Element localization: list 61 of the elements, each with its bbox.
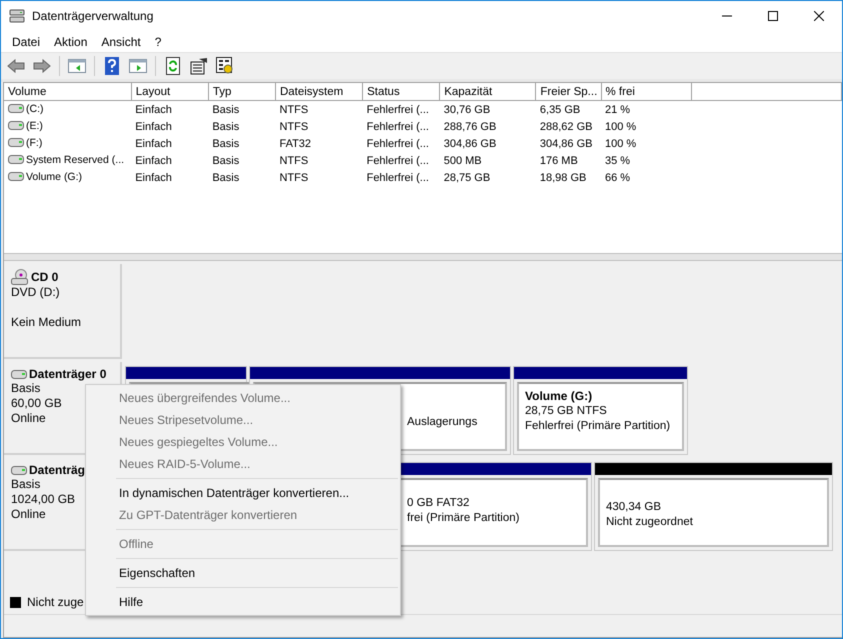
partition-info: frei (Primäre Partition) (407, 511, 520, 526)
partition-info: 28,75 GB NTFS (525, 404, 608, 419)
table-cell: Basis (208, 100, 276, 118)
table-cell: Volume (G:) (26, 170, 82, 183)
table-cell-text: 66 % (604, 170, 632, 186)
table-cell-text: 100 % (604, 136, 638, 152)
table-cell: (E:) (26, 120, 43, 132)
partition-title: Volume (G:) (525, 389, 594, 404)
table-cell-text: Basis (211, 136, 240, 152)
table-cell-text: 304,86 GB (538, 136, 594, 152)
partition-info: Nicht zugeordnet (606, 515, 694, 530)
table-cell-text: Einfach (134, 136, 173, 152)
table-cell-text: 28,75 GB (442, 170, 492, 186)
table-cell-text: 100 % (604, 120, 638, 134)
partition-info: Fehlerfrei (Primäre Partition) (525, 419, 672, 434)
table-cell-text: Einfach (134, 154, 173, 168)
table-cell-text: FAT32 (278, 136, 312, 152)
partition-info: 430,34 GB (606, 500, 662, 515)
table-cell-text: 288,62 GB (538, 120, 594, 134)
table-cell: Fehlerfrei (... (362, 100, 440, 118)
disk-status: Online (11, 507, 47, 522)
table-cell-text: 304,86 GB (442, 136, 498, 152)
table-cell-text: Fehlerfrei (... (366, 170, 430, 186)
table-cell-text: 176 MB (538, 154, 579, 168)
table-cell-text: Basis (211, 170, 240, 186)
table-cell-text: 500 MB (442, 154, 483, 168)
table-cell-text: Fehlerfrei (... (366, 136, 430, 152)
table-cell: 21 % (601, 100, 692, 118)
table-cell-text: Basis (211, 120, 240, 134)
table-cell: 30,76 GB (440, 100, 536, 118)
disk-status: Kein Medium (11, 315, 82, 330)
table-cell: NTFS (275, 100, 363, 118)
table-cell-text: Fehlerfrei (... (366, 154, 430, 168)
disk-type: Basis (11, 477, 42, 492)
table-cell-text: 35 % (604, 154, 632, 168)
partition-info: 0 GB FAT32 (407, 496, 470, 511)
table-cell: (F:) (26, 136, 42, 149)
disk-type: Basis (11, 381, 42, 396)
table-cell-text: 288,76 GB (442, 120, 498, 134)
table-cell-text: NTFS (278, 120, 310, 134)
disk-name: Datenträger 0 (29, 367, 106, 381)
table-cell-text: Basis (211, 154, 240, 168)
disk-status: Online (11, 411, 47, 426)
table-cell: 6,35 GB (536, 100, 601, 118)
table-cell-text: Einfach (134, 120, 173, 134)
disk-type: DVD (D:) (11, 285, 61, 300)
table-cell: (C:) (26, 102, 44, 115)
disk-name: Datenträg (29, 463, 86, 477)
disk-name: CD 0 (31, 270, 58, 284)
partition-info: Auslagerungs (407, 415, 478, 430)
disk-size: 60,00 GB (11, 396, 63, 411)
table-cell-text: NTFS (278, 170, 310, 186)
disk-size: 1024,00 GB (11, 492, 76, 507)
table-cell-text: Einfach (134, 170, 173, 186)
table-cell-text: NTFS (278, 154, 310, 168)
table-cell-text: 18,98 GB (538, 170, 588, 186)
table-cell-text: Fehlerfrei (... (366, 120, 430, 134)
table-cell: Einfach (131, 100, 208, 118)
table-cell: System Reserved (... (26, 154, 124, 166)
window-title: Datenträgerverwaltung (32, 9, 154, 23)
legend-label: Nicht zuge (27, 595, 84, 609)
